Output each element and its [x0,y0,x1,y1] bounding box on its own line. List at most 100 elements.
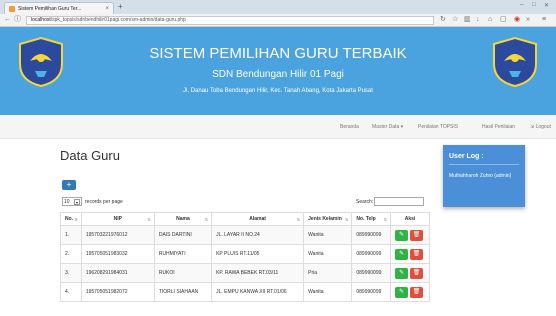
cell-nip: 195705051983032 [80,244,155,264]
logout-label: Logout [535,124,551,130]
col-no-telp-label: No. Telp [356,216,376,222]
nav-logout[interactable]: ⇲ Logout [530,124,551,130]
table-row: 1. 195703221976012 DAIS DARTINI JL. LAYA… [60,225,430,245]
col-alamat[interactable]: Alamat ⇅ [211,212,305,226]
cell-nip: 195703221976012 [80,225,155,245]
cell-nama: TIORLI SIAHAAN [153,282,213,302]
sort-icon: ⇅ [383,217,387,222]
delete-button[interactable]: 🗑 [410,248,423,260]
user-log-title: User Log : [449,153,484,160]
edit-button[interactable]: ✎ [395,286,408,298]
download-icon[interactable]: ↓ [476,16,480,24]
cell-aksi: ✎ 🗑 [390,282,430,302]
cell-no-telp: 089990099 [351,244,391,264]
browser-tab-bar: Sistem Pemilihan Guru Ter... × + – □ ✕ [0,0,556,14]
col-no-telp[interactable]: No. Telp ⇅ [351,212,391,226]
reload-icon[interactable]: ↻ [440,16,446,24]
sort-icon: ⇅ [296,217,301,222]
cell-no-telp: 089990099 [351,282,391,302]
pencil-icon: ✎ [398,231,405,238]
nav-penilaian-topsis[interactable]: Penilaian TOPSIS [418,124,458,130]
edit-button[interactable]: ✎ [395,229,408,241]
library-icon[interactable]: ▥ [464,16,471,24]
table-row: 3. 196208291984031 RUKOI KP. RAWA BEBEK … [60,263,430,283]
url-path: /spk_topsis/sdnbendhilir01pagi.com/sm-ad… [50,17,186,23]
col-nama[interactable]: Nama ⇅ [153,212,213,226]
cell-no: 2. [60,244,82,264]
pencil-icon: ✎ [398,269,405,276]
cell-jenis-kelamin: Wanita [303,225,353,245]
cell-aksi: ✎ 🗑 [390,244,430,264]
table-header-row: No. ⇅ NIP ⇅ Nama ⇅ Alamat ⇅ Jenis Kelamin ⇅ N… [60,212,430,226]
search-input[interactable] [374,197,424,206]
col-no[interactable]: No. ⇅ [60,212,82,226]
pencil-icon: ✎ [398,250,405,257]
trash-icon: 🗑 [412,250,421,257]
cell-jenis-kelamin: Wanita [303,282,353,302]
cell-no: 4. [60,282,82,302]
close-window-icon[interactable]: ✕ [544,2,549,9]
delete-button[interactable]: 🗑 [410,229,423,241]
menu-icon[interactable]: ≡ [542,16,546,24]
logout-icon: ⇲ [530,124,535,130]
cell-no: 1. [60,225,82,245]
cell-nama: DAIS DARTINI [153,225,213,245]
col-aksi-label: Aksi [404,216,416,222]
cell-alamat: JL. EMPU KANWA XII RT.01/06 [211,282,305,302]
trash-icon: 🗑 [412,288,421,295]
cell-jenis-kelamin: Wanita [303,244,353,264]
screenshot-icon[interactable]: ▢ [500,16,507,24]
col-nama-label: Nama [176,216,190,222]
favicon-icon [9,5,15,12]
sort-icon: ⇅ [345,217,349,222]
new-tab-button[interactable]: + [118,3,123,11]
nav-master-data[interactable]: Master Data ▾ [372,124,403,130]
col-nip-label: NIP [113,216,122,222]
cell-alamat: KP PLUIS RT.11/05 [211,244,305,264]
nav-hasil-penilaian[interactable]: Hasil Penilaian [482,124,515,130]
records-per-page: 10 ▾ records per page [62,197,123,206]
extension-icon[interactable]: » [526,16,530,24]
cell-nip: 196208291984031 [80,263,155,283]
delete-button[interactable]: 🗑 [410,286,423,298]
records-per-page-select[interactable]: 10 ▾ [62,197,82,206]
col-aksi: Aksi [390,212,430,226]
add-guru-button[interactable]: + [62,180,76,190]
cell-no-telp: 089990099 [351,263,391,283]
records-per-page-label: records per page [85,198,123,205]
url-host: localhost [31,17,51,23]
sort-icon: ⇅ [74,217,78,222]
delete-button[interactable]: 🗑 [410,267,423,279]
col-jenis-kelamin-label: Jenis Kelamin [308,216,342,222]
browser-tab[interactable]: Sistem Pemilihan Guru Ter... × [4,2,114,14]
address-bar: ← ⓘ localhost/spk_topsis/sdnbendhilir01p… [0,14,556,27]
edit-button[interactable]: ✎ [395,248,408,260]
back-icon[interactable]: ← [4,16,11,24]
sort-icon: ⇅ [147,217,151,222]
records-per-page-value: 10 [64,198,70,205]
site-header: SISTEM PEMILIHAN GURU TERBAIK SDN Bendun… [0,27,556,115]
tab-close-icon[interactable]: × [105,6,109,12]
nav-beranda[interactable]: Beranda [340,124,359,130]
tab-title: Sistem Pemilihan Guru Ter... [18,5,82,12]
cell-aksi: ✎ 🗑 [390,225,430,245]
col-nip[interactable]: NIP ⇅ [80,212,155,226]
table-row: 2. 195705051983032 RUHMIYATI KP PLUIS RT… [60,244,430,264]
minimize-icon[interactable]: – [520,2,523,8]
edit-button[interactable]: ✎ [395,267,408,279]
cell-alamat: KP. RAWA BEBEK RT.03/11 [211,263,305,283]
cell-nama: RUKOI [153,263,213,283]
col-alamat-label: Alamat [249,216,266,222]
info-icon[interactable]: ⓘ [14,16,21,24]
cell-alamat: JL. LAYAR II NO.24 [211,225,305,245]
home-icon[interactable]: ⌂ [488,16,492,24]
col-jenis-kelamin[interactable]: Jenis Kelamin ⇅ [303,212,353,226]
sort-icon: ⇅ [204,217,209,222]
bookmark-star-icon[interactable]: ☆ [452,16,458,24]
url-field[interactable]: localhost/spk_topsis/sdnbendhilir01pagi.… [26,16,434,25]
user-log-name: Muthahharoh Zuhro (admin) [449,173,512,179]
trash-icon: 🗑 [412,269,421,276]
school-name: SDN Bendungan Hilir 01 Pagi [212,69,344,80]
maximize-icon[interactable]: □ [532,2,536,8]
addon-icon[interactable]: ◉ [514,16,520,24]
